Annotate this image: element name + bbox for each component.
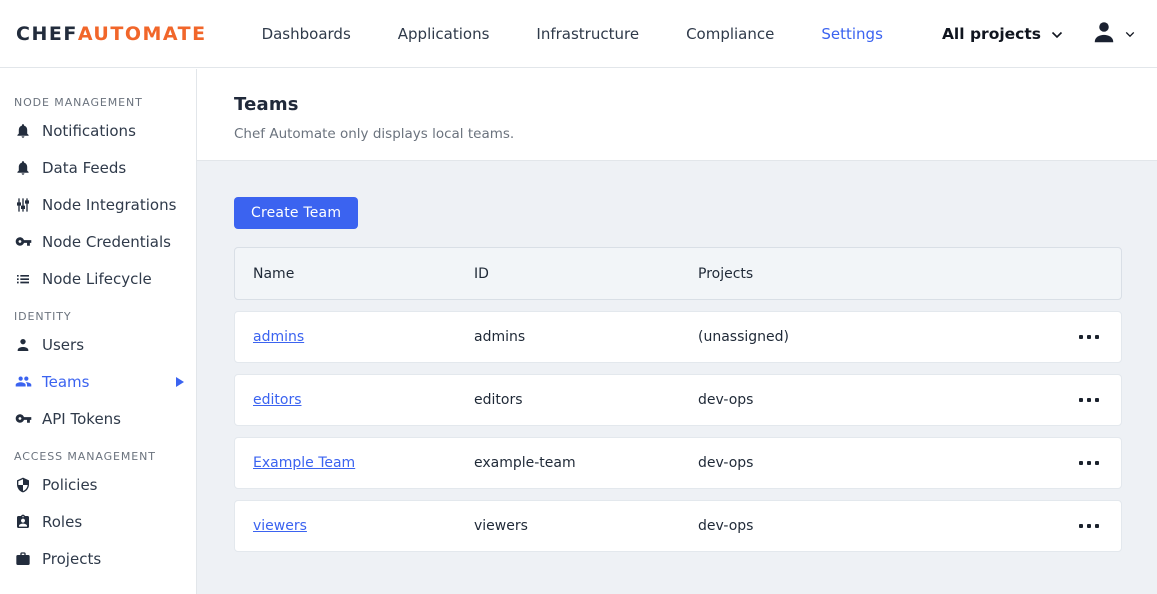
sidebar-item-users[interactable]: Users bbox=[0, 326, 196, 363]
logo-automate-text: AUTOMATE bbox=[77, 22, 207, 45]
page-subtitle: Chef Automate only displays local teams. bbox=[234, 126, 515, 142]
ellipsis-icon[interactable] bbox=[1079, 451, 1121, 475]
team-name-link[interactable]: viewers bbox=[253, 518, 307, 534]
settings-sidebar: NODE MANAGEMENT Notifications Data Feeds… bbox=[0, 69, 197, 594]
person-icon bbox=[1091, 19, 1117, 48]
team-projects: dev-ops bbox=[698, 392, 754, 408]
team-name-link[interactable]: editors bbox=[253, 392, 302, 408]
page-header: Teams Chef Automate only displays local … bbox=[197, 68, 1157, 161]
logo-chef-text: CHEF bbox=[16, 22, 78, 45]
column-header-id: ID bbox=[474, 265, 489, 282]
sidebar-item-label: Teams bbox=[42, 372, 90, 391]
sidebar-item-policies[interactable]: Policies bbox=[0, 466, 196, 503]
badge-icon bbox=[14, 513, 32, 531]
nav-settings[interactable]: Settings bbox=[821, 25, 883, 43]
sidebar-item-label: Node Lifecycle bbox=[42, 269, 152, 288]
nav-compliance[interactable]: Compliance bbox=[686, 25, 774, 43]
team-projects: dev-ops bbox=[698, 518, 754, 534]
sidebar-item-label: Notifications bbox=[42, 121, 136, 140]
sidebar-item-label: Node Credentials bbox=[42, 232, 171, 251]
topbar-right: All projects bbox=[942, 19, 1135, 48]
chef-automate-logo[interactable]: CHEFAUTOMATE bbox=[16, 23, 207, 45]
team-projects: (unassigned) bbox=[698, 329, 789, 345]
sidebar-item-label: API Tokens bbox=[42, 409, 121, 428]
create-team-button[interactable]: Create Team bbox=[234, 197, 359, 229]
nav-applications[interactable]: Applications bbox=[398, 25, 490, 43]
team-id: editors bbox=[474, 392, 523, 408]
sidebar-section-node-management: NODE MANAGEMENT bbox=[14, 96, 143, 109]
team-id: example-team bbox=[474, 455, 576, 471]
sidebar-item-label: Users bbox=[42, 335, 85, 354]
person-icon bbox=[14, 336, 32, 354]
user-menu-button[interactable] bbox=[1091, 19, 1135, 48]
triangle-right-icon bbox=[176, 376, 184, 387]
sidebar-item-node-lifecycle[interactable]: Node Lifecycle bbox=[0, 260, 196, 297]
chevron-down-icon bbox=[1125, 26, 1135, 41]
sidebar-section-access-management: ACCESS MANAGEMENT bbox=[14, 450, 156, 463]
sidebar-section-identity: IDENTITY bbox=[14, 310, 72, 323]
top-navigation-bar: CHEFAUTOMATE Dashboards Applications Inf… bbox=[0, 0, 1157, 68]
ellipsis-icon[interactable] bbox=[1079, 388, 1121, 412]
sidebar-item-api-tokens[interactable]: API Tokens bbox=[0, 400, 196, 437]
ellipsis-icon[interactable] bbox=[1079, 325, 1121, 349]
sidebar-item-roles[interactable]: Roles bbox=[0, 503, 196, 540]
table-row: editors editors dev-ops bbox=[234, 374, 1122, 426]
sidebar-item-label: Policies bbox=[42, 475, 98, 494]
column-header-name: Name bbox=[253, 265, 295, 282]
sidebar-item-label: Data Feeds bbox=[42, 158, 127, 177]
teams-table: Name ID Projects admins admins (unassign… bbox=[234, 247, 1122, 552]
page-body: Create Team Name ID Projects admins admi… bbox=[197, 161, 1157, 594]
ellipsis-icon[interactable] bbox=[1079, 514, 1121, 538]
column-header-projects: Projects bbox=[698, 265, 754, 282]
chevron-down-icon bbox=[1051, 25, 1063, 43]
sidebar-item-label: Roles bbox=[42, 512, 83, 531]
team-name-link[interactable]: admins bbox=[253, 329, 304, 345]
list-icon bbox=[14, 270, 32, 288]
main-content: Teams Chef Automate only displays local … bbox=[197, 68, 1157, 594]
projects-filter-dropdown[interactable]: All projects bbox=[942, 25, 1063, 43]
sidebar-item-node-credentials[interactable]: Node Credentials bbox=[0, 223, 196, 260]
key-icon bbox=[14, 410, 32, 428]
briefcase-icon bbox=[14, 550, 32, 568]
nav-dashboards[interactable]: Dashboards bbox=[262, 25, 351, 43]
sliders-icon bbox=[14, 196, 32, 214]
nav-infrastructure[interactable]: Infrastructure bbox=[536, 25, 639, 43]
table-row: viewers viewers dev-ops bbox=[234, 500, 1122, 552]
table-row: Example Team example-team dev-ops bbox=[234, 437, 1122, 489]
team-id: viewers bbox=[474, 518, 528, 534]
sidebar-item-projects[interactable]: Projects bbox=[0, 540, 196, 577]
key-icon bbox=[14, 233, 32, 251]
projects-filter-label: All projects bbox=[941, 24, 1041, 43]
sidebar-item-teams[interactable]: Teams bbox=[0, 363, 196, 400]
shield-icon bbox=[14, 476, 32, 494]
table-header-row: Name ID Projects bbox=[234, 247, 1122, 300]
table-row: admins admins (unassigned) bbox=[234, 311, 1122, 363]
bell-icon bbox=[14, 159, 32, 177]
sidebar-item-notifications[interactable]: Notifications bbox=[0, 112, 196, 149]
sidebar-item-label: Projects bbox=[42, 549, 102, 568]
team-id: admins bbox=[474, 329, 526, 345]
sidebar-item-label: Node Integrations bbox=[42, 195, 177, 214]
sidebar-item-node-integrations[interactable]: Node Integrations bbox=[0, 186, 196, 223]
team-projects: dev-ops bbox=[698, 455, 754, 471]
primary-nav: Dashboards Applications Infrastructure C… bbox=[262, 25, 883, 43]
sidebar-item-data-feeds[interactable]: Data Feeds bbox=[0, 149, 196, 186]
team-name-link[interactable]: Example Team bbox=[253, 455, 355, 471]
bell-icon bbox=[14, 122, 32, 140]
teams-icon bbox=[14, 373, 32, 391]
page-title: Teams bbox=[234, 94, 299, 115]
